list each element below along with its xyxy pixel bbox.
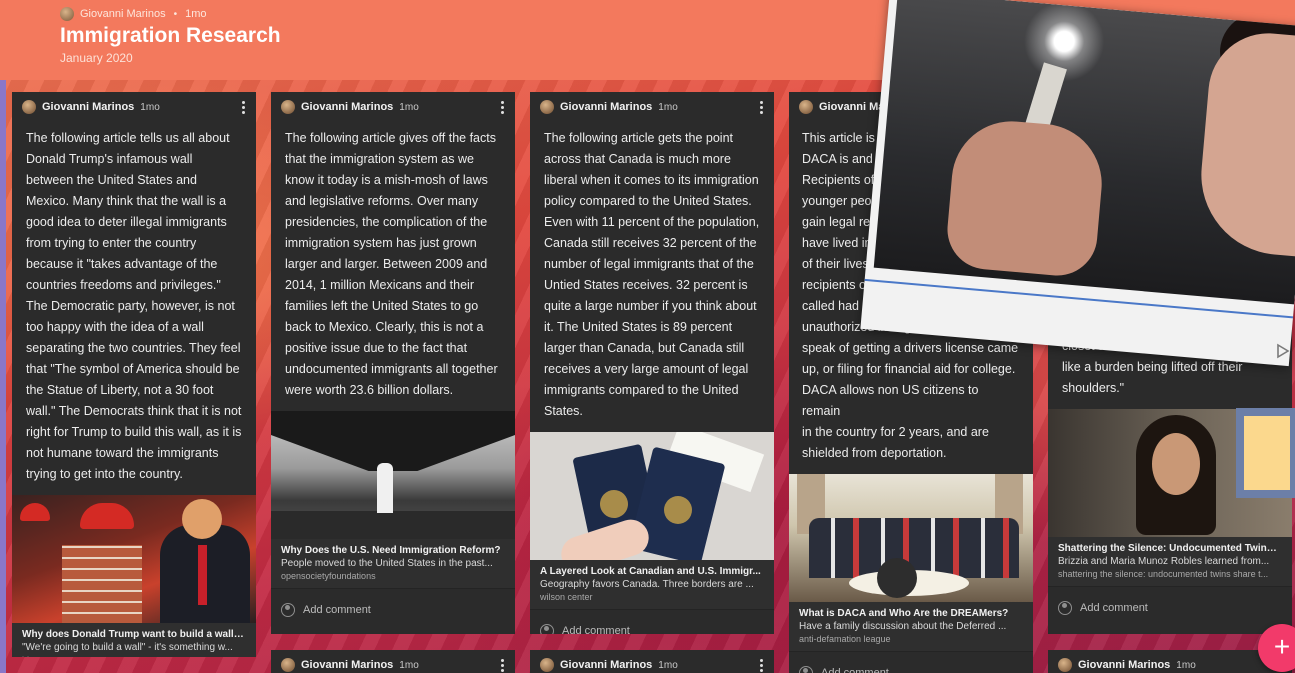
add-comment-button[interactable]: Add comment: [1048, 586, 1292, 628]
more-options-icon[interactable]: [242, 100, 246, 114]
attachment-source: wilson center: [540, 592, 593, 602]
author-avatar: [281, 100, 295, 114]
board-subtitle: January 2020: [60, 51, 133, 65]
attachment-description: "We're going to build a wall" - it's som…: [22, 642, 233, 653]
board-author[interactable]: Giovanni Marinos: [80, 8, 166, 20]
post-author: Giovanni Marinos: [560, 659, 653, 671]
post-body-line: speak of getting a drivers license came: [802, 341, 1019, 355]
user-icon: [1058, 600, 1072, 615]
board-time: 1mo: [185, 8, 207, 20]
post-header: Giovanni Marinos 1mo: [271, 650, 515, 673]
add-comment-button[interactable]: Add comment: [271, 588, 515, 630]
board-title: Immigration Research: [60, 24, 281, 47]
window-edge: [0, 0, 6, 673]
attachment-link[interactable]: A Layered Look at Canadian and U.S. Immi…: [530, 560, 774, 609]
attachment-title: A Layered Look at Canadian and U.S. Immi…: [540, 566, 761, 577]
post-author: Giovanni Marinos: [42, 101, 135, 113]
post-header: Giovanni Marinos 1mo: [1048, 650, 1292, 673]
attachment-title: Shattering the Silence: Undocumented Twi…: [1058, 543, 1282, 554]
sticky-note[interactable]: [1236, 408, 1295, 498]
post-time: 1mo: [658, 659, 678, 671]
attachment-description: Geography favors Canada. Three borders a…: [540, 579, 754, 590]
post-time: 1mo: [399, 659, 419, 671]
post-card[interactable]: Giovanni Marinos 1mo: [271, 650, 515, 673]
user-icon: [281, 602, 295, 617]
post-header: Giovanni Marinos 1mo: [530, 650, 774, 673]
more-options-icon[interactable]: [760, 100, 764, 114]
add-comment-label: Add comment: [1080, 601, 1148, 614]
attachment-image[interactable]: [12, 495, 256, 623]
post-body: The following article gets the point acr…: [544, 131, 760, 418]
post-author: Giovanni Marinos: [301, 101, 394, 113]
attachment-image[interactable]: [789, 474, 1033, 602]
attachment-link[interactable]: What is DACA and Who Are the DREAMers? H…: [789, 602, 1033, 651]
separator-dot: •: [173, 8, 178, 20]
post-time: 1mo: [658, 101, 678, 113]
post-card[interactable]: Giovanni Marinos 1mo: [1048, 650, 1292, 673]
post-author: Giovanni Marinos: [1078, 659, 1171, 671]
attachment-link[interactable]: Why Does the U.S. Need Immigration Refor…: [271, 539, 515, 588]
add-comment-label: Add comment: [303, 603, 371, 616]
post-card[interactable]: Giovanni Marinos 1mo: [530, 650, 774, 673]
attachment-image[interactable]: [271, 411, 515, 539]
post-body-line: DACA allows non US citizens to remain: [802, 383, 979, 418]
play-icon[interactable]: [1276, 343, 1290, 359]
attachment-description: People moved to the United States in the…: [281, 558, 493, 569]
attachment-description: Brizzia and Maria Munoz Robles learned f…: [1058, 556, 1270, 567]
more-options-icon[interactable]: [501, 658, 505, 672]
attachment-source: bbc: [22, 655, 246, 657]
post-body-line: in the country for 2 years, and are: [802, 425, 989, 439]
add-comment-label: Add comment: [562, 624, 630, 635]
post-body: The following article gives off the fact…: [285, 131, 498, 397]
add-comment-button[interactable]: Add comment: [530, 609, 774, 634]
post-card[interactable]: Giovanni Marinos 1mo The following artic…: [530, 92, 774, 634]
add-comment-label: Add comment: [821, 666, 889, 673]
board-meta: Giovanni Marinos • 1mo: [60, 7, 207, 21]
user-icon: [799, 665, 813, 673]
post-body-line: up, or filing for financial aid for coll…: [802, 362, 1016, 376]
more-options-icon[interactable]: [760, 658, 764, 672]
author-avatar[interactable]: [60, 7, 74, 21]
post-time: 1mo: [399, 101, 419, 113]
author-avatar: [799, 100, 813, 114]
attachment-image[interactable]: [530, 432, 774, 560]
post-author: Giovanni Marinos: [560, 101, 653, 113]
post-body: The following article tells us all about…: [26, 131, 242, 481]
post-body-line: shielded from deportation.: [802, 446, 947, 460]
post-time: 1mo: [140, 101, 160, 113]
author-avatar: [1058, 658, 1072, 672]
attachment-link[interactable]: Why does Donald Trump want to build a wa…: [12, 623, 256, 657]
attachment-link[interactable]: Shattering the Silence: Undocumented Twi…: [1048, 537, 1292, 586]
video-frame: [873, 0, 1295, 305]
video-overlay[interactable]: [860, 0, 1295, 367]
post-body-line: shoulders.": [1062, 381, 1125, 395]
post-card[interactable]: Giovanni Marinos 1mo The following artic…: [12, 92, 256, 657]
author-avatar: [22, 100, 36, 114]
attachment-description: Have a family discussion about the Defer…: [799, 621, 1007, 632]
attachment-title: Why Does the U.S. Need Immigration Refor…: [281, 545, 501, 556]
more-options-icon[interactable]: [501, 100, 505, 114]
post-author: Giovanni Marinos: [301, 659, 394, 671]
post-card[interactable]: Giovanni Marinos 1mo The following artic…: [271, 92, 515, 634]
post-time: 1mo: [1176, 659, 1196, 671]
post-header: Giovanni Marinos 1mo: [530, 92, 774, 122]
author-avatar: [540, 658, 554, 672]
add-comment-button[interactable]: Add comment: [789, 651, 1033, 673]
attachment-title: What is DACA and Who Are the DREAMers?: [799, 608, 1009, 619]
post-header: Giovanni Marinos 1mo: [12, 92, 256, 122]
attachment-source: anti-defamation league: [799, 634, 891, 644]
attachment-title: Why does Donald Trump want to build a wa…: [22, 629, 246, 640]
author-avatar: [281, 658, 295, 672]
author-avatar: [540, 100, 554, 114]
attachment-source: shattering the silence: undocumented twi…: [1058, 569, 1269, 579]
user-icon: [540, 623, 554, 634]
post-header: Giovanni Marinos 1mo: [271, 92, 515, 122]
attachment-source: opensocietyfoundations: [281, 571, 376, 581]
